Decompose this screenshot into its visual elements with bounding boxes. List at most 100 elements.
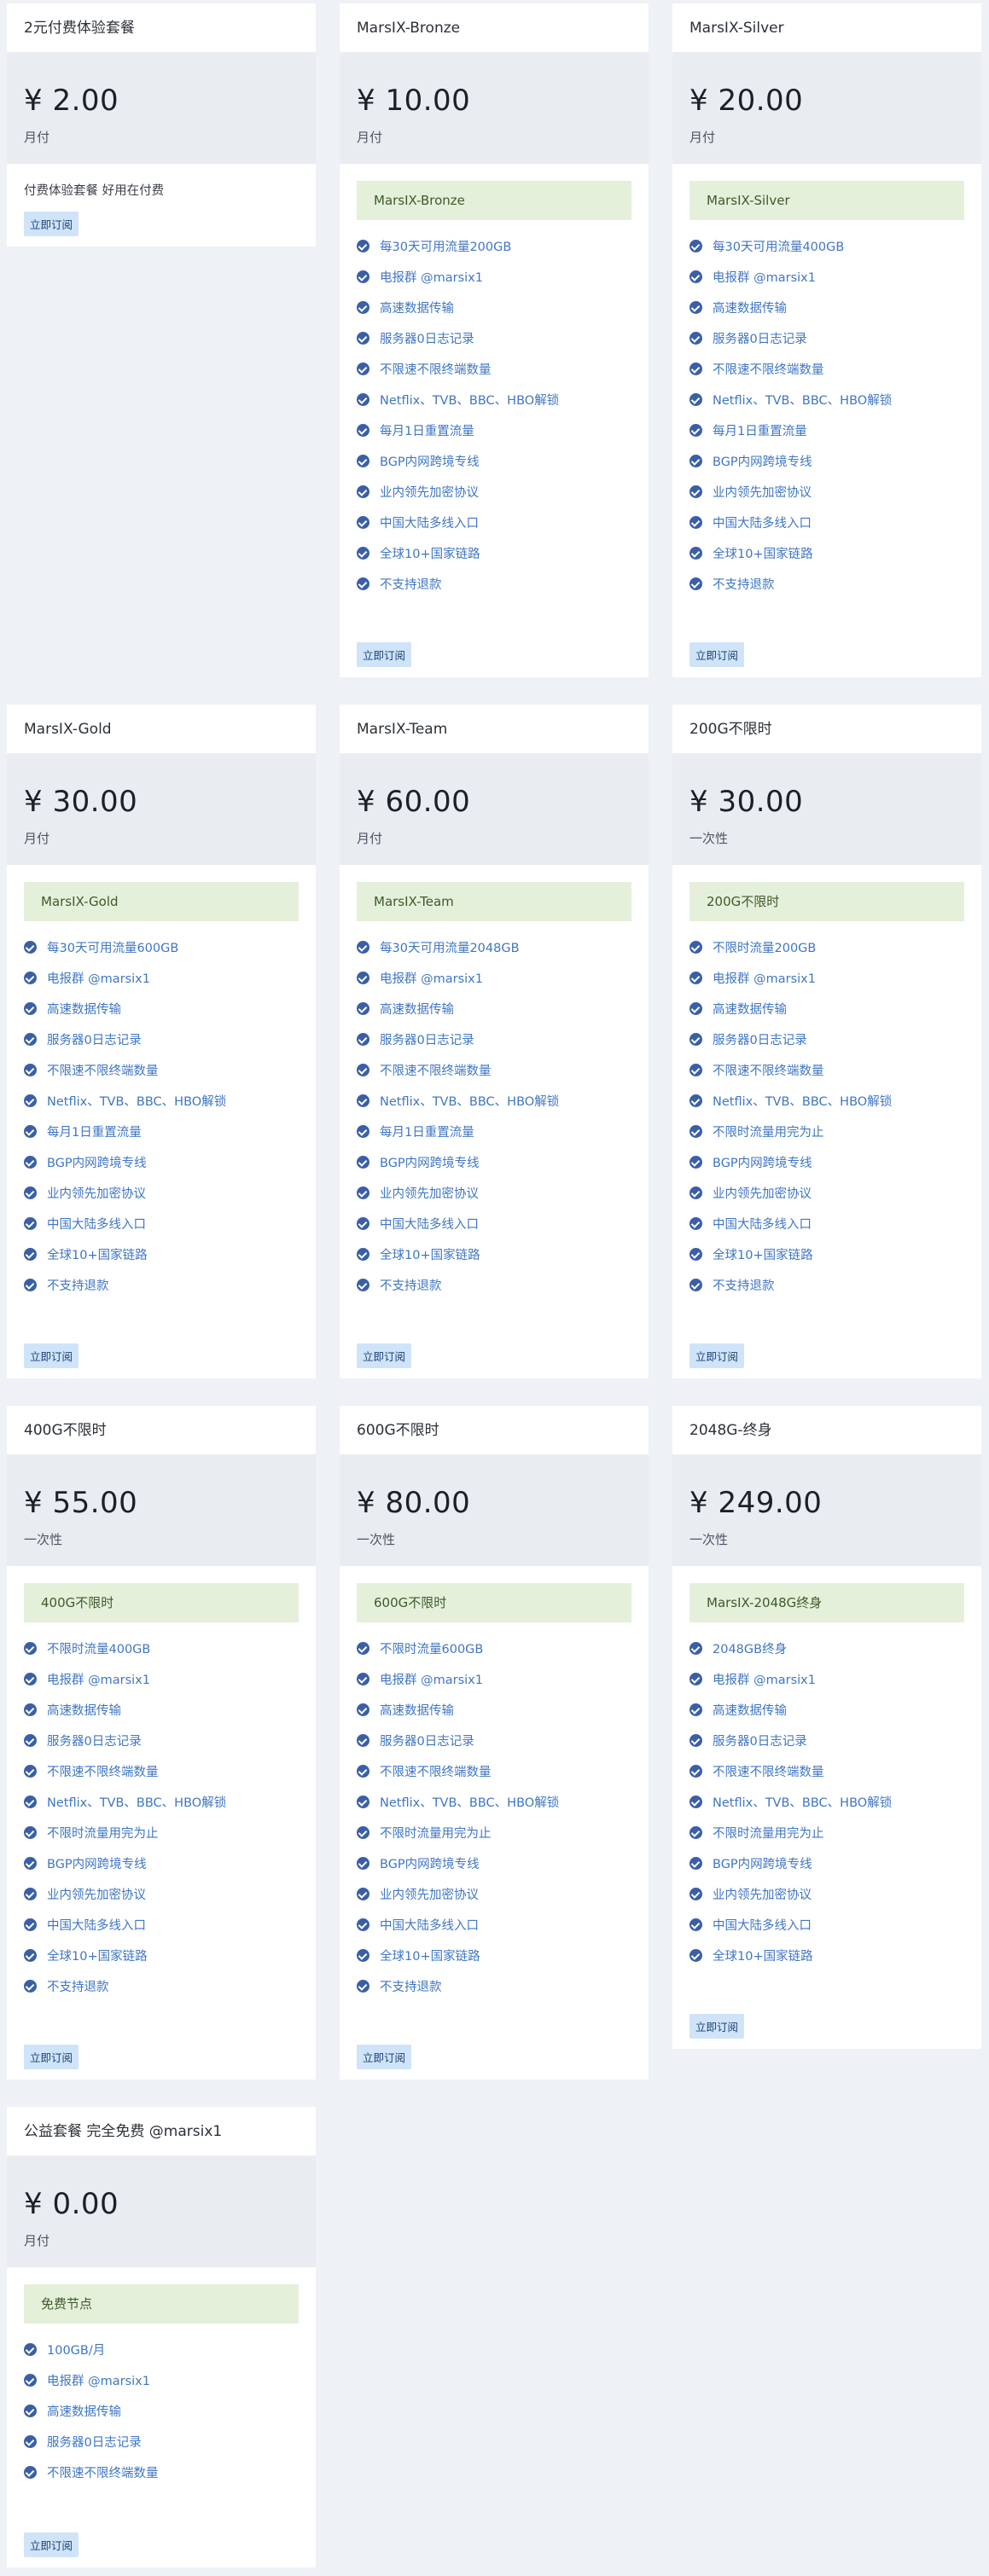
check-circle-icon: [24, 1764, 37, 1778]
feature-item: BGP内网跨境专线: [357, 1146, 631, 1177]
feature-label: 中国大陆多线入口: [47, 1918, 146, 1933]
plan-body: MarsIX-Team 每30天可用流量2048GB 电报群 @marsix1 高速数…: [340, 865, 649, 1317]
plan-card: MarsIX-Silver ¥ 20.00 月付 MarsIX-Silver 每30天可…: [672, 3, 981, 677]
check-circle-icon: [689, 546, 702, 560]
feature-item: 全球10+国家链路: [357, 537, 631, 568]
feature-item: 电报群 @marsix1: [24, 2364, 299, 2395]
feature-item: 不限速不限终端数量: [24, 1755, 299, 1786]
subscribe-button[interactable]: 立即订阅: [24, 212, 79, 236]
feature-label: Netflix、TVB、BBC、HBO解锁: [380, 393, 560, 408]
feature-label: 每月1日重置流量: [380, 424, 474, 438]
plan-period: 月付: [357, 130, 383, 145]
plan-card: 公益套餐 完全免费 @marsix1 ¥ 0.00 月付 免费节点 100GB/月 电报群…: [7, 2107, 316, 2567]
check-circle-icon: [689, 971, 702, 984]
check-circle-icon: [689, 1887, 702, 1900]
check-circle-icon: [689, 1063, 702, 1076]
feature-item: 100GB/月: [24, 2334, 299, 2364]
feature-label: 业内领先加密协议: [713, 1186, 812, 1201]
feature-item: 不支持退款: [357, 1269, 631, 1300]
plan-body: 400G不限时 不限时流量400GB 电报群 @marsix1 高速数据传输 服务器0日…: [7, 1566, 316, 2018]
feature-item: 电报群 @marsix1: [357, 962, 631, 993]
plan-title: MarsIX-Team: [340, 705, 649, 754]
feature-label: 不限时流量用完为止: [713, 1125, 824, 1140]
feature-item: 电报群 @marsix1: [357, 1663, 631, 1694]
feature-item: 不限速不限终端数量: [357, 1755, 631, 1786]
feature-label: 100GB/月: [47, 2343, 106, 2358]
price-section: ¥ 60.00 月付: [340, 754, 649, 865]
feature-item: 高速数据传输: [24, 1694, 299, 1725]
feature-item: 高速数据传输: [357, 292, 631, 322]
feature-list: 不限时流量400GB 电报群 @marsix1 高速数据传输 服务器0日志记录 不限速不…: [24, 1633, 299, 2001]
check-circle-icon: [357, 1979, 369, 1993]
feature-label: 不限时流量用完为止: [713, 1826, 824, 1841]
feature-label: 服务器0日志记录: [380, 1734, 474, 1749]
subscribe-button[interactable]: 立即订阅: [689, 2014, 745, 2039]
subscribe-button[interactable]: 立即订阅: [357, 1343, 412, 1368]
feature-label: 不限时流量用完为止: [380, 1826, 492, 1841]
check-circle-icon: [357, 454, 369, 467]
feature-label: BGP内网跨境专线: [47, 1857, 147, 1871]
feature-list: 每30天可用流量400GB 电报群 @marsix1 高速数据传输 服务器0日志记录不…: [689, 230, 964, 599]
feature-label: 高速数据传输: [713, 1002, 787, 1017]
feature-item: 电报群 @marsix1: [24, 962, 299, 993]
feature-item: 服务器0日志记录: [24, 1024, 299, 1054]
feature-list: 每30天可用流量200GB 电报群 @marsix1 高速数据传输 服务器0日志记录不…: [357, 230, 631, 599]
plan-card: MarsIX-Gold ¥ 30.00 月付 MarsIX-Gold 每30天可用流量6…: [7, 705, 316, 1378]
plan-period: 月付: [24, 831, 50, 846]
feature-label: 每月1日重置流量: [380, 1125, 474, 1140]
check-circle-icon: [689, 1764, 702, 1778]
feature-label: 不支持退款: [380, 1279, 442, 1293]
check-circle-icon: [357, 1917, 369, 1931]
feature-item: 电报群 @marsix1: [689, 261, 964, 292]
plan-tag-banner: MarsIX-2048G终身: [689, 1583, 964, 1622]
plan-body: MarsIX-Gold 每30天可用流量600GB 电报群 @marsix1 高速数据…: [7, 865, 316, 1317]
plan-price: ¥ 80.00: [357, 1486, 471, 1520]
check-circle-icon: [357, 1733, 369, 1747]
feature-label: Netflix、TVB、BBC、HBO解锁: [380, 1094, 560, 1109]
subscribe-button[interactable]: 立即订阅: [24, 1343, 79, 1368]
plan-tag-banner: 200G不限时: [689, 882, 964, 921]
feature-item: 每30天可用流量200GB: [357, 230, 631, 261]
feature-item: 每月1日重置流量: [357, 1116, 631, 1146]
check-circle-icon: [689, 1672, 702, 1685]
feature-item: 电报群 @marsix1: [357, 261, 631, 292]
plan-body: MarsIX-2048G终身 2048GB终身 电报群 @marsix1 高速数据传输…: [672, 1566, 981, 1987]
subscribe-button[interactable]: 立即订阅: [24, 2045, 79, 2069]
feature-item: 不限速不限终端数量: [689, 1755, 964, 1786]
feature-item: 高速数据传输: [24, 993, 299, 1024]
feature-label: 高速数据传输: [380, 1002, 454, 1017]
feature-label: 不限时流量用完为止: [47, 1826, 159, 1841]
check-circle-icon: [689, 940, 702, 954]
plan-price: ¥ 30.00: [689, 785, 804, 819]
feature-item: 不限速不限终端数量: [689, 1054, 964, 1085]
plan-title: 2048G-终身: [672, 1406, 981, 1455]
feature-item: 不限速不限终端数量: [689, 353, 964, 384]
feature-label: Netflix、TVB、BBC、HBO解锁: [713, 1094, 893, 1109]
feature-item: 不限速不限终端数量: [357, 353, 631, 384]
subscribe-button[interactable]: 立即订阅: [24, 2532, 79, 2557]
check-circle-icon: [357, 1216, 369, 1230]
plan-period: 一次性: [24, 1532, 63, 1547]
check-circle-icon: [689, 239, 702, 252]
check-circle-icon: [357, 1247, 369, 1261]
subscribe-button[interactable]: 立即订阅: [357, 642, 412, 667]
feature-label: Netflix、TVB、BBC、HBO解锁: [47, 1094, 227, 1109]
check-circle-icon: [24, 1278, 37, 1291]
feature-item: 不限时流量600GB: [357, 1633, 631, 1663]
check-circle-icon: [689, 1641, 702, 1655]
check-circle-icon: [357, 971, 369, 984]
feature-item: 中国大陆多线入口: [689, 1909, 964, 1940]
subscribe-button[interactable]: 立即订阅: [357, 2045, 412, 2069]
plan-body: 600G不限时 不限时流量600GB 电报群 @marsix1 高速数据传输 服务器0日…: [340, 1566, 649, 2018]
feature-item: 业内领先加密协议: [24, 1878, 299, 1909]
check-circle-icon: [357, 239, 369, 252]
check-circle-icon: [689, 1032, 702, 1046]
feature-item: BGP内网跨境专线: [689, 445, 964, 476]
plan-title: 600G不限时: [340, 1406, 649, 1455]
subscribe-button[interactable]: 立即订阅: [689, 642, 745, 667]
feature-label: BGP内网跨境专线: [713, 455, 812, 469]
subscribe-button[interactable]: 立即订阅: [689, 1343, 745, 1368]
feature-label: 高速数据传输: [380, 301, 454, 316]
plan-title: 2元付费体验套餐: [7, 3, 316, 53]
check-circle-icon: [357, 1856, 369, 1870]
